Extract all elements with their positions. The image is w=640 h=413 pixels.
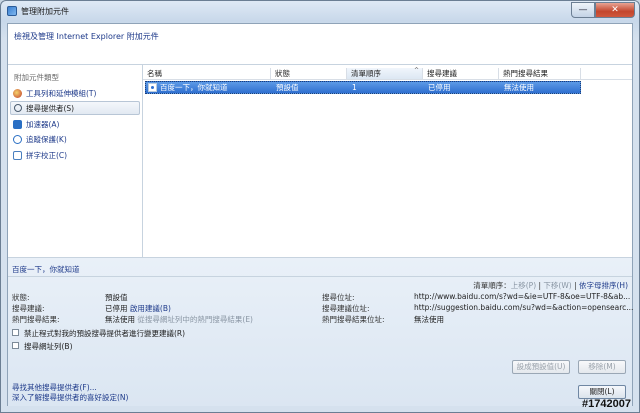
move-up-link[interactable]: 上移(P) xyxy=(511,281,536,290)
addon-type-sidebar: 附加元件類型 工具列和延伸模組(T) 搜尋提供者(S) 加速器(A) 追蹤保護(… xyxy=(8,65,143,257)
sidebar-item-label: 拼字校正(C) xyxy=(26,150,68,160)
dialog-client: 檢視及管理 Internet Explorer 附加元件 附加元件類型 工具列和… xyxy=(7,23,633,406)
row-order: 1 xyxy=(352,83,357,92)
sidebar-item-accelerators[interactable]: 加速器(A) xyxy=(10,117,140,131)
sidebar-item-label: 追蹤保護(K) xyxy=(26,134,67,144)
search-icon xyxy=(14,104,22,112)
top-results-note: 從搜尋網址列中的熱門搜尋結果(E) xyxy=(137,315,253,324)
row-top: 無法使用 xyxy=(504,83,534,92)
column-order-label: 清單順序 xyxy=(351,69,381,78)
suggest-value-group: 已停用 啟用建議(B) xyxy=(105,303,171,314)
order-label: 清單順序： xyxy=(473,281,511,290)
watermark-stamp: #1742007 xyxy=(582,398,631,410)
column-suggestions[interactable]: 搜尋建議 xyxy=(423,68,499,79)
provider-list: 名稱 狀態 清單順序 ^ 搜尋建議 熱門搜尋結果 百度一下，你就知道 預設值 1… xyxy=(143,65,632,257)
search-address-value: http://www.baidu.com/s?wd=&ie=UTF-8&oe=U… xyxy=(414,292,631,301)
sort-up-icon: ^ xyxy=(413,67,419,74)
sidebar-item-spelling[interactable]: 拼字校正(C) xyxy=(10,148,140,162)
provider-icon xyxy=(148,83,157,92)
sidebar-item-tracking-protection[interactable]: 追蹤保護(K) xyxy=(10,132,140,146)
suggest-label: 搜尋建議: xyxy=(12,304,45,313)
learn-more-link[interactable]: 深入了解搜尋提供者的喜好設定(N) xyxy=(12,392,128,403)
minimize-button[interactable]: — xyxy=(571,2,595,18)
title-bar[interactable]: 管理附加元件 — ✕ xyxy=(1,1,639,23)
sidebar-item-toolbars[interactable]: 工具列和延伸模組(T) xyxy=(10,86,140,100)
search-address-bar-checkbox[interactable] xyxy=(12,342,19,349)
block-change-label: 禁止程式對我的預設搜尋提供者進行變更建議(R) xyxy=(24,329,186,338)
suggest-address-label: 搜尋建議位址: xyxy=(322,304,370,313)
list-order-controls: 清單順序：上移(P) | 下移(W) | 依字母排序(H) xyxy=(473,280,628,291)
close-window-button[interactable]: ✕ xyxy=(595,2,635,18)
column-top-results[interactable]: 熱門搜尋結果 xyxy=(499,68,581,79)
order-separator: | xyxy=(571,281,579,290)
row-suggest: 已停用 xyxy=(428,83,451,92)
details-divider xyxy=(8,276,632,277)
top-address-label: 熱門搜尋結果位址: xyxy=(322,315,385,324)
suggest-value: 已停用 xyxy=(105,304,128,313)
window-title: 管理附加元件 xyxy=(21,7,69,16)
sidebar-item-label: 加速器(A) xyxy=(26,119,60,129)
close-icon: ✕ xyxy=(611,5,619,15)
row-name: 百度一下，你就知道 xyxy=(160,83,228,92)
sidebar-item-search-providers[interactable]: 搜尋提供者(S) xyxy=(10,101,140,115)
status-value: 預設值 xyxy=(105,293,128,302)
top-results-label: 熱門搜尋結果: xyxy=(12,315,60,324)
status-label: 狀態: xyxy=(12,293,30,302)
sidebar-item-label: 搜尋提供者(S) xyxy=(26,103,75,113)
header-text: 檢視及管理 Internet Explorer 附加元件 xyxy=(14,32,159,41)
set-default-button[interactable]: 設成預設值(U) xyxy=(512,360,570,374)
spelling-icon xyxy=(13,150,22,160)
search-address-label: 搜尋位址: xyxy=(322,293,355,302)
tracking-icon xyxy=(13,134,22,144)
window-controls: — ✕ xyxy=(571,2,635,18)
enable-suggestions-link[interactable]: 啟用建議(B) xyxy=(130,304,171,313)
close-button[interactable]: 關閉(L) xyxy=(578,385,626,399)
table-row[interactable]: 百度一下，你就知道 預設值 1 已停用 無法使用 xyxy=(145,81,581,94)
details-title: 百度一下，你就知道 xyxy=(12,265,80,274)
sort-alpha-link[interactable]: 依字母排序(H) xyxy=(579,281,628,290)
suggest-address-value: http://suggestion.baidu.com/su?wd=&actio… xyxy=(414,303,634,312)
top-results-value: 無法使用 xyxy=(105,315,135,324)
manage-addons-window: 管理附加元件 — ✕ 檢視及管理 Internet Explorer 附加元件 … xyxy=(0,0,640,413)
top-address-value: 無法使用 xyxy=(414,315,444,324)
app-icon xyxy=(7,6,17,16)
block-change-checkbox[interactable] xyxy=(12,329,19,336)
sidebar-item-label: 工具列和延伸模組(T) xyxy=(26,88,97,98)
search-address-bar-label: 搜尋網址列(B) xyxy=(24,342,73,351)
details-pane: 百度一下，你就知道 清單順序：上移(P) | 下移(W) | 依字母排序(H) … xyxy=(8,257,634,406)
column-order[interactable]: 清單順序 ^ xyxy=(347,67,423,79)
list-header: 名稱 狀態 清單順序 ^ 搜尋建議 熱門搜尋結果 xyxy=(143,67,632,80)
sidebar-title: 附加元件類型 xyxy=(14,73,59,82)
accelerator-icon xyxy=(13,119,22,129)
top-results-group: 無法使用 從搜尋網址列中的熱門搜尋結果(E) xyxy=(105,314,253,325)
toolbar-icon xyxy=(13,88,22,98)
minimize-icon: — xyxy=(578,5,588,15)
column-name[interactable]: 名稱 xyxy=(143,68,271,79)
remove-button[interactable]: 移除(M) xyxy=(578,360,626,374)
dialog-header: 檢視及管理 Internet Explorer 附加元件 xyxy=(8,24,632,65)
move-down-link[interactable]: 下移(W) xyxy=(543,281,571,290)
row-status: 預設值 xyxy=(276,83,299,92)
column-status[interactable]: 狀態 xyxy=(271,68,347,79)
